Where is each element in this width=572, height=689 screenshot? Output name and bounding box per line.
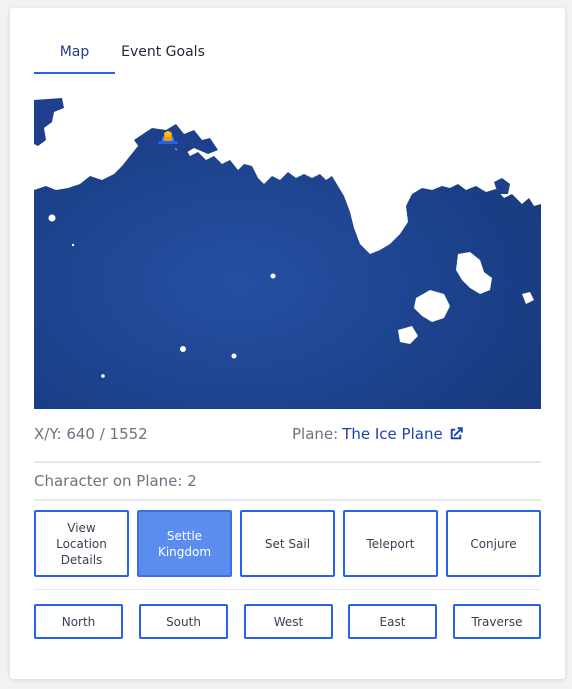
settle-kingdom-button[interactable]: Settle Kingdom: [137, 510, 232, 577]
traverse-button[interactable]: Traverse: [453, 604, 541, 639]
divider: [34, 589, 541, 590]
east-button[interactable]: East: [348, 604, 437, 639]
external-link-icon[interactable]: [447, 425, 465, 443]
plane-label: Plane:: [292, 425, 339, 443]
coordinates: X/Y: 640 / 1552: [34, 425, 148, 443]
west-button[interactable]: West: [244, 604, 333, 639]
plane-link[interactable]: The Ice Plane: [342, 425, 442, 443]
tab-map[interactable]: Map: [34, 34, 115, 74]
divider: [34, 499, 541, 501]
plane-info: Plane: The Ice Plane: [292, 425, 465, 443]
map-view[interactable]: [34, 94, 541, 409]
map-card: Map Event Goals X/Y: 640 / 1552 Plane: T…: [10, 8, 565, 679]
teleport-button[interactable]: Teleport: [343, 510, 438, 577]
map-canvas: [34, 94, 541, 409]
tab-bar: Map Event Goals: [34, 34, 211, 74]
north-button[interactable]: North: [34, 604, 123, 639]
view-location-details-button[interactable]: View Location Details: [34, 510, 129, 577]
set-sail-button[interactable]: Set Sail: [240, 510, 335, 577]
location-info: X/Y: 640 / 1552 Plane: The Ice Plane: [34, 425, 541, 447]
divider: [34, 461, 541, 463]
tab-event-goals[interactable]: Event Goals: [115, 34, 211, 74]
conjure-button[interactable]: Conjure: [446, 510, 541, 577]
characters-on-plane: Character on Plane: 2: [34, 472, 197, 490]
south-button[interactable]: South: [139, 604, 228, 639]
